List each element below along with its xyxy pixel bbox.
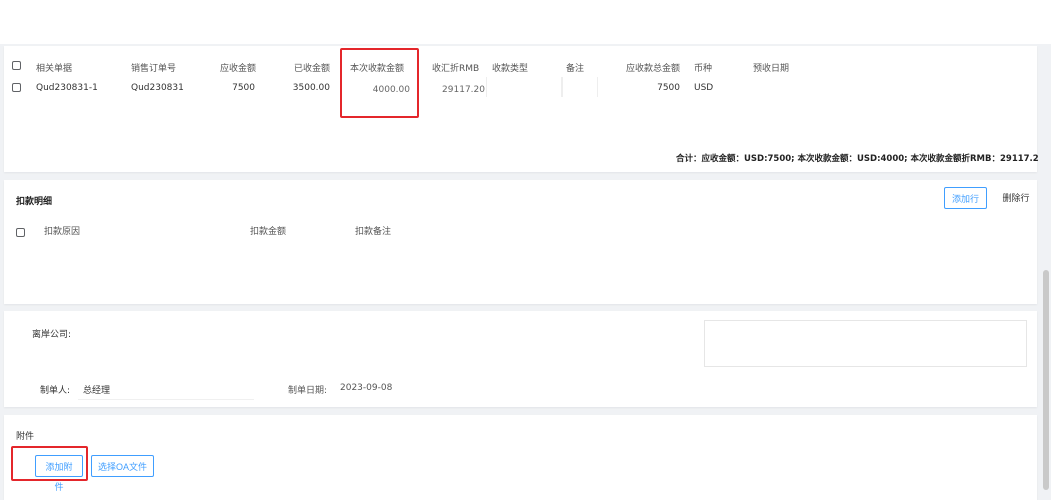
col-header-deduction-remark: 扣款备注 xyxy=(355,227,392,237)
maker-value: 总经理 xyxy=(83,386,111,396)
cell-total: 7500 xyxy=(657,83,680,93)
cell-received: 3500.00 xyxy=(292,83,330,93)
col-header-type: 收款类型 xyxy=(492,64,529,74)
col-header-received: 已收金额 xyxy=(294,64,331,74)
col-header-order: 销售订单号 xyxy=(131,64,177,74)
table-total: 合计：应收金额：USD:7500; 本次收款金额：USD:4000; 本次收款金… xyxy=(676,152,1039,164)
cell-rmb: 29117.20 xyxy=(442,85,485,95)
col-header-deduction-amount: 扣款金额 xyxy=(250,227,287,237)
col-header-receivable: 应收金额 xyxy=(220,64,257,74)
form-card: 离岸公司: 制单人: 总经理 制单日期: 2023-09-08 xyxy=(4,311,1037,407)
attachments-card: 附件 添加附件 选择OA文件 xyxy=(4,415,1037,500)
total-label: 合计： xyxy=(676,154,702,164)
cell-currency: USD xyxy=(694,83,714,93)
cell-receivable: 7500 xyxy=(232,83,255,93)
cell-doc[interactable]: Qud230831-1 xyxy=(36,83,98,93)
deduction-title: 扣款明细 xyxy=(16,197,53,207)
col-header-remark: 备注 xyxy=(566,64,585,74)
deduction-card: 扣款明细 添加行 删除行 扣款原因 扣款金额 扣款备注 xyxy=(4,180,1037,304)
col-header-date: 预收日期 xyxy=(753,64,790,74)
row-checkbox-icon[interactable] xyxy=(12,83,21,92)
attachments-title: 附件 xyxy=(16,432,35,442)
top-bar xyxy=(0,0,1051,44)
company-input[interactable] xyxy=(704,320,1027,367)
total-text: 应收金额：USD:7500; 本次收款金额：USD:4000; 本次收款金额折R… xyxy=(701,154,1039,164)
scrollbar-thumb[interactable] xyxy=(1043,270,1049,490)
company-label: 离岸公司: xyxy=(32,330,72,340)
remark-input[interactable] xyxy=(562,77,598,97)
delete-row-button[interactable]: 删除行 xyxy=(998,187,1034,209)
receipt-type-select[interactable] xyxy=(486,77,562,97)
col-header-total: 应收款总金额 xyxy=(626,64,681,74)
col-header-deduction-reason: 扣款原因 xyxy=(44,227,81,237)
add-row-button[interactable]: 添加行 xyxy=(944,187,987,209)
maker-label: 制单人: xyxy=(40,386,71,396)
date-value[interactable]: 2023-09-08 xyxy=(340,383,392,393)
cell-order: Qud230831 xyxy=(131,83,184,93)
maker-input[interactable]: 总经理 xyxy=(78,376,254,400)
add-attachment-highlight xyxy=(11,446,88,481)
deduction-select-all-checkbox-icon[interactable] xyxy=(16,228,25,237)
select-oa-file-button[interactable]: 选择OA文件 xyxy=(91,455,154,477)
col-header-rmb: 收汇折RMB xyxy=(432,64,480,74)
date-label: 制单日期: xyxy=(288,386,328,396)
select-all-checkbox-icon[interactable] xyxy=(12,61,21,70)
this-receipt-highlight xyxy=(340,48,419,118)
col-header-currency: 币种 xyxy=(694,64,713,74)
col-header-doc: 相关单据 xyxy=(36,64,73,74)
receipt-table-card: 相关单据 销售订单号 应收金额 已收金额 本次收款金额 收汇折RMB 收款类型 … xyxy=(4,46,1039,172)
